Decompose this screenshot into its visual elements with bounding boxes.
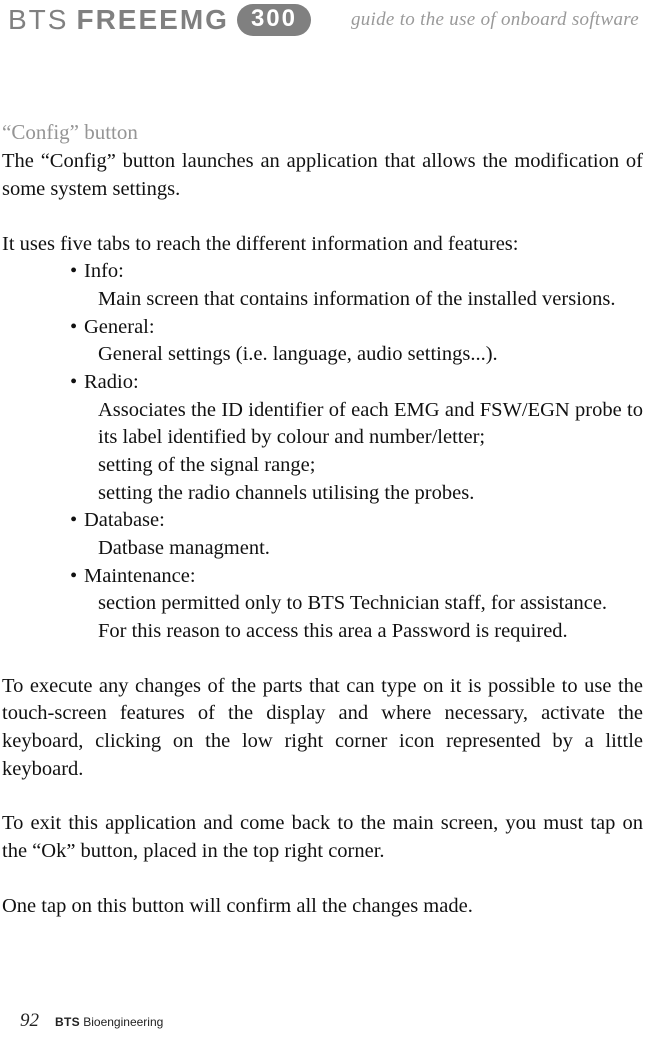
bullet-general-desc: General settings (i.e. language, audio s… xyxy=(98,341,643,369)
footer-brand-rest: Bioengineering xyxy=(80,1015,163,1029)
bullet-radio-desc-2: setting of the signal range; xyxy=(98,452,643,480)
header-subtitle: guide to the use of onboard software xyxy=(351,9,639,31)
page-header: BTS FREEEMG 300 guide to the use of onbo… xyxy=(0,4,649,36)
logo-freeemg-text: FREEEMG xyxy=(76,4,228,36)
tabs-intro: It uses five tabs to reach the different… xyxy=(2,231,643,259)
bullet-info-head: Info: xyxy=(84,260,124,282)
page-footer: 92 BTS Bioengineering xyxy=(20,1010,163,1032)
tabs-bullet-list: Info: Main screen that contains informat… xyxy=(70,258,643,645)
bullet-radio-desc-3: setting the radio channels utilising the… xyxy=(98,480,643,508)
bullet-general-head: General: xyxy=(84,316,155,338)
bullet-maintenance-head: Maintenance: xyxy=(84,565,196,587)
footer-brand-bold: BTS xyxy=(55,1015,80,1029)
bullet-database-head: Database: xyxy=(84,509,165,531)
bullet-radio-desc-1: Associates the ID identifier of each EMG… xyxy=(98,397,643,452)
bullet-maintenance-desc-2: For this reason to access this area a Pa… xyxy=(98,618,643,646)
logo-bts-text: BTS xyxy=(8,4,68,36)
bullet-general: General: General settings (i.e. language… xyxy=(70,314,643,369)
bullet-radio: Radio: Associates the ID identifier of e… xyxy=(70,369,643,507)
page-content: “Config” button The “Config” button laun… xyxy=(2,118,643,947)
section-title: “Config” button xyxy=(2,118,643,146)
bullet-info-desc: Main screen that contains information of… xyxy=(98,286,643,314)
bullet-maintenance: Maintenance: section permitted only to B… xyxy=(70,563,643,646)
model-badge: 300 xyxy=(237,4,311,36)
product-logo: BTS FREEEMG 300 xyxy=(8,4,311,36)
bullet-maintenance-desc-1: section permitted only to BTS Technician… xyxy=(98,590,643,618)
execute-paragraph: To execute any changes of the parts that… xyxy=(2,673,643,784)
footer-brand: BTS Bioengineering xyxy=(55,1015,163,1029)
bullet-database-desc: Datbase managment. xyxy=(98,535,643,563)
intro-paragraph: The “Config” button launches an applicat… xyxy=(2,148,643,203)
page-number: 92 xyxy=(20,1010,39,1032)
bullet-database: Database: Datbase managment. xyxy=(70,507,643,562)
exit-paragraph: To exit this application and come back t… xyxy=(2,810,643,865)
confirm-paragraph: One tap on this button will confirm all … xyxy=(2,893,643,921)
bullet-info: Info: Main screen that contains informat… xyxy=(70,258,643,313)
bullet-radio-head: Radio: xyxy=(84,371,139,393)
